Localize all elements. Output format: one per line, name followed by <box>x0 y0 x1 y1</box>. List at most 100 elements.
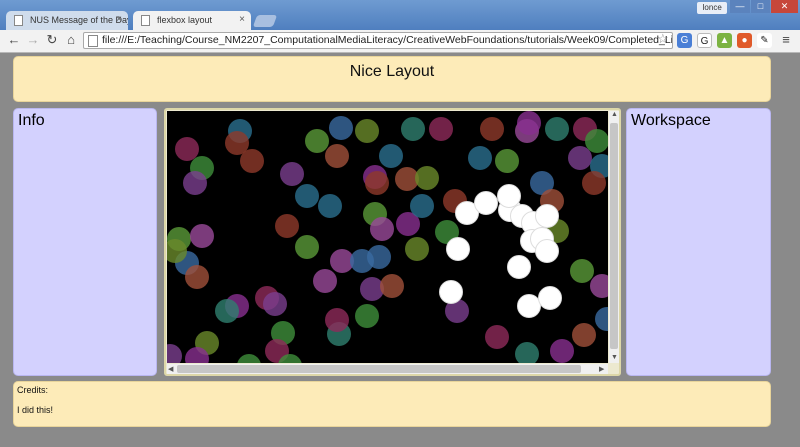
bubble <box>590 274 608 298</box>
bubble <box>263 292 287 316</box>
bubble <box>313 269 337 293</box>
bubble <box>305 129 329 153</box>
bubble-white <box>497 184 521 208</box>
browser-title-bar: NUS Message of the Day × flexbox layout … <box>0 0 800 30</box>
bubble <box>429 117 453 141</box>
bubble <box>355 304 379 328</box>
menu-icon[interactable]: ≡ <box>778 32 794 48</box>
bubble <box>515 342 539 363</box>
home-icon[interactable]: ⌂ <box>63 32 79 48</box>
bubble <box>325 308 349 332</box>
workspace-title: Workspace <box>631 112 711 129</box>
bubble <box>215 299 239 323</box>
page-icon <box>14 15 23 26</box>
page-body: Nice Layout Info ▲ ▼ ◀ ▶ Workspace Credi… <box>8 53 775 433</box>
info-panel: Info <box>13 108 157 376</box>
bubble-white <box>507 255 531 279</box>
bubble <box>355 119 379 143</box>
scroll-left-icon[interactable]: ◀ <box>168 365 173 373</box>
bubble <box>545 117 569 141</box>
tab-flexbox-layout[interactable]: flexbox layout × <box>133 11 251 30</box>
duckduckgo-extension-icon[interactable]: ● <box>737 33 752 48</box>
maximize-button[interactable]: □ <box>751 0 770 13</box>
bubble <box>295 184 319 208</box>
address-bar[interactable]: file:///E:/Teaching/Course_NM2207_Comput… <box>83 32 673 49</box>
bubble-white <box>538 286 562 310</box>
bubble <box>517 111 541 135</box>
bubble <box>405 237 429 261</box>
bubble <box>379 144 403 168</box>
bubble <box>183 171 207 195</box>
bubble <box>325 144 349 168</box>
bubble-white <box>535 239 559 263</box>
tab-title: NUS Message of the Day <box>30 15 128 25</box>
bubble <box>280 162 304 186</box>
bubble <box>318 194 342 218</box>
close-window-button[interactable]: ✕ <box>771 0 798 13</box>
google-extension-icon[interactable]: G <box>697 33 712 48</box>
bubble-white <box>439 280 463 304</box>
bubble <box>415 166 439 190</box>
bubble <box>550 339 574 363</box>
bubble <box>350 249 374 273</box>
forward-icon[interactable]: → <box>25 32 41 48</box>
user-profile-button[interactable]: Ionce <box>697 2 727 14</box>
browser-toolbar: ← → ↻ ⌂ file:///E:/Teaching/Course_NM220… <box>0 30 800 53</box>
close-tab-icon[interactable]: × <box>239 14 245 25</box>
tab-title: flexbox layout <box>157 15 213 25</box>
scroll-down-icon[interactable]: ▼ <box>611 354 618 361</box>
bubble <box>380 274 404 298</box>
page-icon <box>141 15 150 26</box>
bubble <box>185 265 209 289</box>
bubble <box>468 146 492 170</box>
bubble <box>295 235 319 259</box>
bubble <box>495 149 519 173</box>
credits-label: Credits: <box>17 385 49 395</box>
url-text: file:///E:/Teaching/Course_NM2207_Comput… <box>102 34 673 46</box>
tab-nus-message[interactable]: NUS Message of the Day × <box>6 11 128 30</box>
bubble <box>595 307 608 331</box>
bubble <box>237 354 261 363</box>
back-icon[interactable]: ← <box>6 32 22 48</box>
bubble-white <box>446 237 470 261</box>
footer-panel: Credits: I did this! <box>13 381 771 427</box>
new-tab-button[interactable] <box>252 15 278 27</box>
page-title: Nice Layout <box>349 63 435 80</box>
bubble <box>190 224 214 248</box>
bubble <box>570 259 594 283</box>
scroll-right-icon[interactable]: ▶ <box>599 365 604 373</box>
bubble <box>410 194 434 218</box>
minimize-button[interactable]: — <box>730 0 750 13</box>
android-extension-icon[interactable]: ▲ <box>717 33 732 48</box>
bookmark-star-icon[interactable]: ☆ <box>657 31 669 47</box>
reload-icon[interactable]: ↻ <box>44 32 60 48</box>
bubble <box>329 116 353 140</box>
wrench-extension-icon[interactable]: ✎ <box>757 33 772 48</box>
horizontal-scroll-thumb[interactable] <box>177 365 581 373</box>
bubble <box>275 214 299 238</box>
animation-canvas[interactable] <box>167 111 608 363</box>
bubble <box>365 171 389 195</box>
canvas-container: ▲ ▼ ◀ ▶ <box>164 108 621 376</box>
vertical-scrollbar[interactable]: ▲ ▼ <box>609 111 619 363</box>
bubble-white <box>535 204 559 228</box>
bubble <box>401 117 425 141</box>
translate-extension-icon[interactable]: G <box>677 33 692 48</box>
header-panel: Nice Layout <box>13 56 771 102</box>
bubble <box>480 117 504 141</box>
bubble <box>568 146 592 170</box>
bubble <box>167 344 182 363</box>
bubble <box>485 325 509 349</box>
vertical-scroll-thumb[interactable] <box>610 123 618 349</box>
credits-text: I did this! <box>17 405 54 415</box>
bubble <box>572 323 596 347</box>
bubble <box>582 171 606 195</box>
info-title: Info <box>18 112 45 129</box>
bubble <box>240 149 264 173</box>
workspace-panel: Workspace <box>626 108 771 376</box>
scroll-up-icon[interactable]: ▲ <box>611 111 618 118</box>
horizontal-scrollbar[interactable]: ◀ ▶ <box>167 364 608 374</box>
bubble <box>370 217 394 241</box>
bubble-white <box>474 191 498 215</box>
close-tab-icon[interactable]: × <box>116 14 122 25</box>
